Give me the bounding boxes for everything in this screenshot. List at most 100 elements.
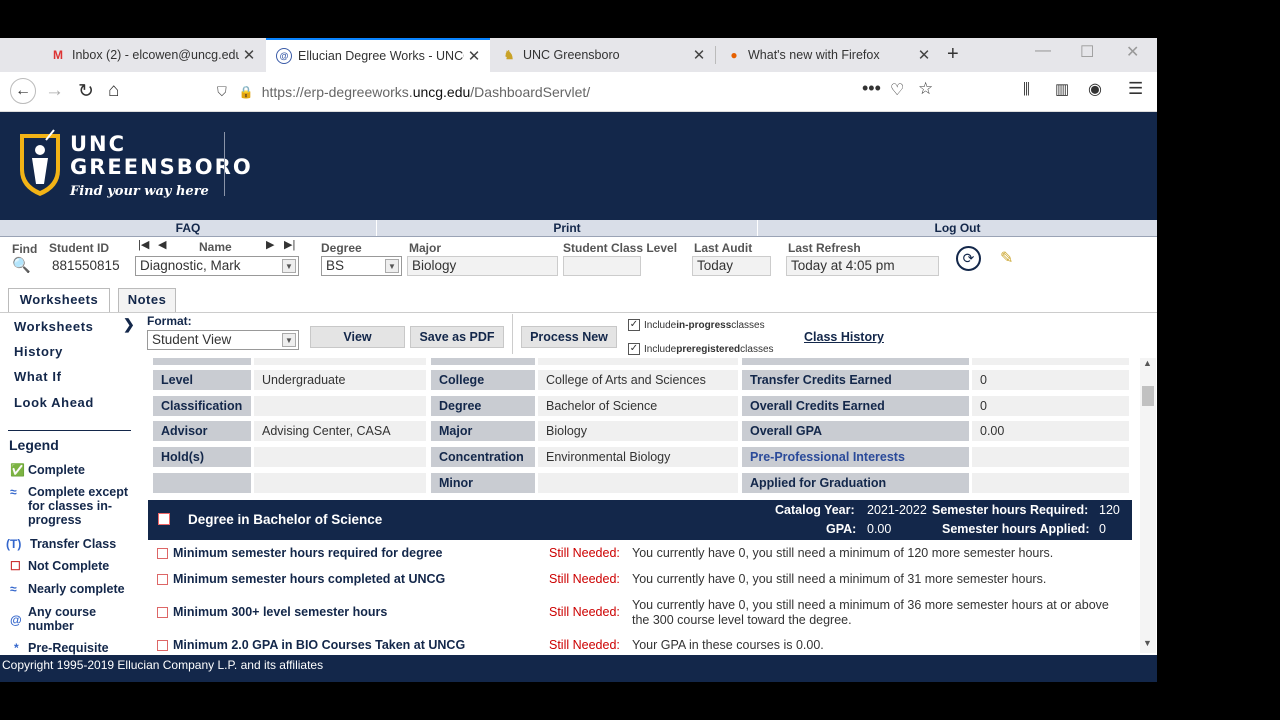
library-icon[interactable]: ⫼ [1023, 81, 1030, 98]
logo-text-unc: UNC [70, 132, 127, 156]
requirement-text: Your GPA in these courses is 0.00. [632, 638, 824, 652]
checkbox-checked-icon: ✓ [628, 343, 640, 355]
include-preregistered-checkbox[interactable]: ✓ Include preregistered classes [628, 343, 774, 355]
firefox-icon: ● [730, 48, 738, 62]
class-level-field [563, 256, 641, 276]
tab-inbox[interactable]: M Inbox (2) - elcowen@uncg.edu ✕ [40, 38, 265, 72]
tab-uncg[interactable]: ♞ UNC Greensboro ✕ [491, 38, 715, 72]
menu-icon[interactable]: ☰ [1128, 79, 1143, 99]
refresh-icon[interactable]: ⟳ [956, 246, 981, 271]
home-icon[interactable]: ⌂ [108, 80, 119, 102]
next-record-icon[interactable]: ▶ [266, 238, 274, 251]
format-select[interactable]: Student View ▼ [147, 330, 299, 350]
grid-label: College [431, 370, 535, 390]
new-tab-button[interactable]: + [947, 43, 959, 66]
degree-select[interactable]: BS ▼ [321, 256, 402, 276]
first-record-icon[interactable]: |◀ [138, 238, 149, 251]
student-id-field[interactable]: 881550815 [47, 256, 127, 276]
hours-applied-value: 0 [1099, 522, 1106, 536]
requirement-name: Minimum 2.0 GPA in BIO Courses Taken at … [173, 638, 466, 652]
degree-block-header: Degree in Bachelor of Science Catalog Ye… [148, 500, 1132, 540]
close-icon[interactable]: ✕ [914, 46, 934, 64]
legend-in-progress: ≈ Complete except for classes in-progress [10, 485, 129, 527]
page-footer: Copyright 1995-2019 Ellucian Company L.P… [0, 655, 1157, 682]
grid-value-hidden [538, 358, 738, 365]
close-icon[interactable]: ✕ [464, 47, 484, 65]
gpa-value: 0.00 [867, 522, 892, 536]
logout-link[interactable]: Log Out [758, 220, 1157, 236]
name-select[interactable]: Diagnostic, Mark ▼ [135, 256, 299, 276]
not-complete-icon [157, 574, 168, 585]
grid-value [972, 472, 1129, 493]
spartan-logo-icon [20, 129, 60, 196]
pocket-icon[interactable]: ♡ [890, 80, 904, 100]
header-divider [224, 132, 225, 196]
url-bar[interactable]: ⛉ 🔒 https://erp-degreeworks. uncg.edu/Das… [210, 77, 943, 107]
nav-history[interactable]: History [14, 344, 63, 359]
view-button[interactable]: View [310, 326, 405, 348]
pre-professional-link[interactable]: Pre-Professional Interests [742, 447, 969, 468]
scroll-up-icon[interactable]: ▲ [1143, 358, 1152, 368]
degree-block-title: Degree in Bachelor of Science [188, 512, 383, 527]
grid-label-hidden [742, 358, 969, 365]
degreeworks-icon: @ [276, 48, 292, 64]
shield-icon: ⛉ [217, 84, 227, 99]
scroll-down-icon[interactable]: ▼ [1143, 638, 1152, 648]
minimize-button[interactable]: — [1035, 42, 1051, 60]
save-pdf-button[interactable]: Save as PDF [410, 326, 504, 348]
chevron-down-icon: ▼ [385, 259, 399, 273]
in-progress-icon: ≈ [10, 485, 17, 499]
forward-button[interactable]: → [45, 80, 64, 102]
tab-degreeworks[interactable]: @ Ellucian Degree Works - UNCG ✕ [266, 38, 490, 72]
sidebar-icon[interactable]: ▥ [1055, 80, 1069, 98]
notes-icon[interactable]: ✎ [1000, 248, 1013, 268]
transfer-icon: (T) [6, 537, 22, 551]
legend-title: Legend [9, 437, 59, 453]
tab-notes[interactable]: Notes [118, 288, 176, 312]
last-refresh-label: Last Refresh [788, 241, 861, 255]
lock-icon: 🔒 [238, 85, 254, 99]
print-link[interactable]: Print [377, 220, 758, 236]
include-inprogress-checkbox[interactable]: ✓ Include in-progress classes [628, 319, 765, 331]
catalog-year-label: Catalog Year: [775, 503, 855, 517]
nav-worksheets[interactable]: Worksheets [14, 319, 93, 334]
faq-link[interactable]: FAQ [0, 220, 377, 236]
find-label: Find [12, 242, 38, 256]
last-record-icon[interactable]: ▶| [284, 238, 295, 251]
more-icon[interactable]: ••• [862, 78, 881, 99]
hours-applied-label: Semester hours Applied: [942, 522, 1090, 536]
close-icon[interactable]: ✕ [239, 46, 259, 64]
menu-bar: FAQ Print Log Out [0, 220, 1157, 237]
grid-label-hidden [153, 358, 251, 365]
back-button[interactable]: ← [10, 78, 36, 104]
requirement-status: Still Needed: [549, 605, 620, 619]
nearly-complete-icon: ≈ [10, 582, 17, 596]
grid-value: 0.00 [972, 421, 1129, 442]
reload-button[interactable]: ↻ [78, 80, 94, 103]
star-icon[interactable]: ☆ [918, 79, 933, 99]
requirement-text: You currently have 0, you still need a m… [632, 572, 1047, 586]
hours-required-label: Semester hours Required: [932, 503, 1089, 517]
format-select-value: Student View [152, 332, 232, 347]
grid-value: Undergraduate [254, 370, 426, 390]
previous-record-icon[interactable]: ◀ [158, 238, 166, 251]
tab-firefox[interactable]: ● What's new with Firefox ✕ [716, 38, 940, 72]
find-icon[interactable]: 🔍 [12, 256, 31, 274]
close-window-button[interactable]: ✕ [1126, 42, 1139, 62]
chevron-right-icon[interactable]: ❯ [123, 316, 135, 333]
content-scrollbar[interactable]: ▲ ▼ [1140, 358, 1156, 653]
class-history-link[interactable]: Class History [804, 330, 884, 344]
nav-what-if[interactable]: What If [14, 369, 62, 384]
legend-prerequisite: * Pre-Requisite [10, 641, 109, 655]
grid-label: Classification [153, 395, 251, 416]
process-new-button[interactable]: Process New [521, 326, 617, 348]
maximize-button[interactable]: ☐ [1080, 42, 1094, 62]
at-icon: @ [10, 613, 22, 627]
nav-look-ahead[interactable]: Look Ahead [14, 395, 94, 410]
grid-value [972, 447, 1129, 468]
account-icon[interactable]: ◉ [1088, 79, 1102, 99]
scrollbar-thumb[interactable] [1142, 386, 1154, 406]
tab-worksheets[interactable]: Worksheets [8, 288, 110, 312]
degree-select-value: BS [326, 258, 345, 273]
close-icon[interactable]: ✕ [689, 46, 709, 64]
